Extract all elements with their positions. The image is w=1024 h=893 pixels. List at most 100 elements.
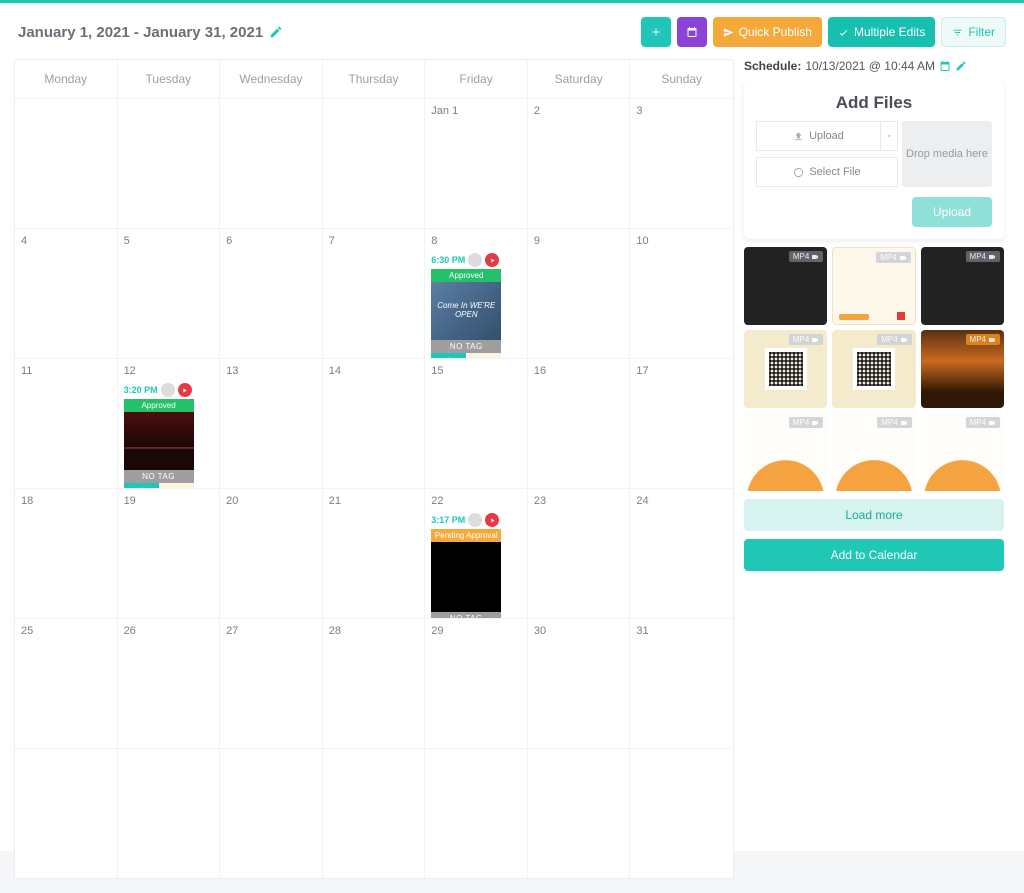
calendar-cell[interactable] <box>118 748 221 878</box>
calendar-icon[interactable] <box>939 60 951 72</box>
dayhead-sun: Sunday <box>630 60 733 98</box>
mp4-badge: MP4 <box>876 252 910 263</box>
calendar-cell[interactable]: 22 3:17 PM Pending Approval NO TAG <box>425 488 528 618</box>
mp4-badge: MP4 <box>877 334 911 345</box>
post-time: 3:17 PM <box>431 515 465 525</box>
upload-button[interactable]: Upload <box>756 121 880 151</box>
quick-publish-label: Quick Publish <box>739 25 812 39</box>
calendar-cell[interactable]: 16 <box>528 358 631 488</box>
calendar-cell[interactable]: Jan 1 <box>425 98 528 228</box>
calendar-cell[interactable]: 25 <box>15 618 118 748</box>
gallery-item[interactable]: MP4 <box>832 247 915 325</box>
chevron-down-icon[interactable] <box>880 121 898 151</box>
dayhead-mon: Monday <box>15 60 118 98</box>
select-file-button[interactable]: Select File <box>756 157 898 187</box>
calendar-cell[interactable]: 24 <box>630 488 733 618</box>
upload-confirm-button[interactable]: Upload <box>912 197 992 227</box>
post-card[interactable]: 3:17 PM Pending Approval NO TAG <box>431 511 501 618</box>
calendar-cell[interactable]: 9 <box>528 228 631 358</box>
dayhead-sat: Saturday <box>528 60 631 98</box>
calendar-cell[interactable]: 29 <box>425 618 528 748</box>
multiple-edits-button[interactable]: Multiple Edits <box>828 17 935 47</box>
calendar-cell[interactable]: 17 <box>630 358 733 488</box>
calendar-cell[interactable] <box>528 748 631 878</box>
calendar-cell[interactable] <box>220 748 323 878</box>
calendar-cell[interactable] <box>118 98 221 228</box>
calendar-cell[interactable]: 6 <box>220 228 323 358</box>
add-button[interactable] <box>641 17 671 47</box>
calendar-button[interactable] <box>677 17 707 47</box>
gallery-item[interactable]: MP4 <box>832 330 915 408</box>
gallery-item[interactable]: MP4 <box>744 247 827 325</box>
calendar-cell[interactable]: 12 3:20 PM Approved NO TAG <box>118 358 221 488</box>
post-thumbnail <box>124 412 194 470</box>
calendar-cell[interactable]: 28 <box>323 618 426 748</box>
calendar-cell[interactable]: 31 <box>630 618 733 748</box>
calendar-cell[interactable]: 30 <box>528 618 631 748</box>
quick-publish-button[interactable]: Quick Publish <box>713 17 822 47</box>
mp4-badge: MP4 <box>877 417 911 428</box>
gallery-item[interactable]: MP4 <box>921 330 1004 408</box>
avatar-icon <box>468 513 482 527</box>
post-tag: NO TAG <box>124 470 194 483</box>
calendar-cell[interactable]: 11 <box>15 358 118 488</box>
calendar-cell[interactable] <box>630 748 733 878</box>
calendar-cell[interactable]: 23 <box>528 488 631 618</box>
date-range-text: January 1, 2021 - January 31, 2021 <box>18 24 263 41</box>
status-badge: Pending Approval <box>431 529 501 542</box>
pencil-icon[interactable] <box>269 25 283 39</box>
calendar-cell[interactable]: 19 <box>118 488 221 618</box>
calendar-cell[interactable] <box>15 748 118 878</box>
upload-confirm-label: Upload <box>933 205 971 219</box>
calendar-cell[interactable]: 15 <box>425 358 528 488</box>
gallery-item[interactable]: MP4 <box>921 247 1004 325</box>
calendar-cell[interactable]: 14 <box>323 358 426 488</box>
load-more-button[interactable]: Load more <box>744 499 1004 531</box>
calendar-cell[interactable] <box>323 748 426 878</box>
status-badge: Approved <box>431 269 501 282</box>
gallery-item[interactable]: MP4 <box>744 330 827 408</box>
youtube-icon <box>485 253 499 267</box>
gallery-item[interactable]: MP4 <box>744 413 827 491</box>
dayhead-tue: Tuesday <box>118 60 221 98</box>
pencil-icon[interactable] <box>955 60 967 72</box>
post-card[interactable]: 6:30 PM Approved Come In WE'RE OPEN NO T… <box>431 251 501 358</box>
calendar-cell[interactable]: 13 <box>220 358 323 488</box>
post-card[interactable]: 3:20 PM Approved NO TAG <box>124 381 194 488</box>
post-time: 3:20 PM <box>124 385 158 395</box>
gallery-item[interactable]: MP4 <box>921 413 1004 491</box>
filter-button[interactable]: Filter <box>941 17 1006 47</box>
add-to-calendar-button[interactable]: Add to Calendar <box>744 539 1004 571</box>
calendar-cell[interactable]: 5 <box>118 228 221 358</box>
dayhead-wed: Wednesday <box>220 60 323 98</box>
calendar-cell[interactable]: 7 <box>323 228 426 358</box>
calendar-cell[interactable]: 18 <box>15 488 118 618</box>
gallery-item[interactable]: MP4 <box>832 413 915 491</box>
calendar-cell[interactable]: 3 <box>630 98 733 228</box>
upload-label: Upload <box>809 130 844 142</box>
calendar-cell[interactable]: 21 <box>323 488 426 618</box>
post-thumbnail <box>431 542 501 612</box>
schedule-line: Schedule: 10/13/2021 @ 10:44 AM <box>744 59 1004 73</box>
dropzone[interactable]: Drop media here <box>902 121 992 187</box>
calendar-cell[interactable] <box>15 98 118 228</box>
dropzone-text: Drop media here <box>906 148 988 160</box>
post-tag: NO TAG <box>431 340 501 353</box>
calendar-cell[interactable]: 10 <box>630 228 733 358</box>
calendar-cell[interactable] <box>323 98 426 228</box>
calendar-cell[interactable] <box>425 748 528 878</box>
calendar-cell[interactable]: 27 <box>220 618 323 748</box>
schedule-label: Schedule: <box>744 59 801 73</box>
calendar-cell[interactable]: 8 6:30 PM Approved Come In WE'RE OPEN NO… <box>425 228 528 358</box>
calendar-cell[interactable]: 4 <box>15 228 118 358</box>
avatar-icon <box>468 253 482 267</box>
calendar-cell[interactable]: 26 <box>118 618 221 748</box>
add-files-title: Add Files <box>756 93 992 113</box>
post-thumbnail: Come In WE'RE OPEN <box>431 282 501 340</box>
add-to-calendar-label: Add to Calendar <box>831 548 918 562</box>
calendar-cell[interactable] <box>220 98 323 228</box>
calendar-cell[interactable]: 2 <box>528 98 631 228</box>
mp4-badge: MP4 <box>966 417 1000 428</box>
multiple-edits-label: Multiple Edits <box>854 25 925 39</box>
calendar-cell[interactable]: 20 <box>220 488 323 618</box>
